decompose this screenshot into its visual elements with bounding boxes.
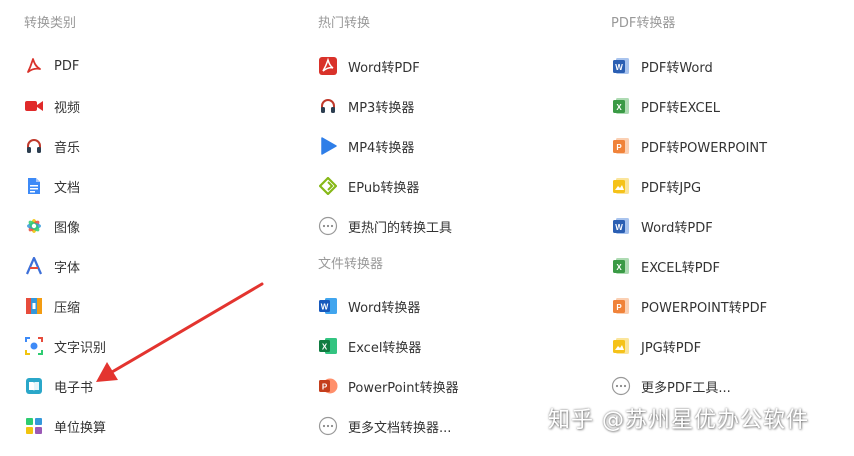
play-icon	[318, 136, 338, 156]
category-item-image[interactable]: 图像	[24, 214, 80, 238]
popular-label: MP3转换器	[348, 100, 415, 116]
category-item-font[interactable]: 字体	[24, 254, 80, 278]
archive-icon	[24, 296, 44, 316]
word-doc-icon: W	[611, 216, 631, 236]
category-item-music[interactable]: 音乐	[24, 134, 80, 158]
popular-label: MP4转换器	[348, 140, 415, 156]
category-item-pdf[interactable]: PDF	[24, 54, 79, 78]
ppt-doc-icon: P	[611, 296, 631, 316]
video-camera-icon	[24, 96, 44, 116]
svg-text:X: X	[616, 103, 622, 112]
word-icon: W	[318, 296, 338, 316]
pdf-item-pdf-to-jpg[interactable]: PDF转JPG	[611, 174, 701, 198]
more-dots-icon	[611, 376, 631, 396]
category-label: 音乐	[54, 140, 81, 156]
svg-text:X: X	[322, 343, 328, 352]
svg-text:P: P	[616, 303, 622, 312]
pdf-item-powerpoint-to-pdf[interactable]: P POWERPOINT转PDF	[611, 294, 767, 318]
pdf-label: PDF转Word	[641, 60, 713, 76]
ppt-doc-icon: P	[611, 136, 631, 156]
more-dots-icon	[318, 416, 338, 436]
excel-icon: X	[318, 336, 338, 356]
pdf-label: 更多PDF工具...	[641, 380, 731, 396]
headphones-icon	[318, 96, 338, 116]
headphones-icon	[24, 136, 44, 156]
file-label: Word转换器	[348, 300, 421, 316]
category-label: 字体	[54, 260, 81, 276]
section-title-popular: 热门转换	[318, 16, 371, 31]
svg-text:W: W	[321, 303, 329, 312]
pdf-item-excel-to-pdf[interactable]: X EXCEL转PDF	[611, 254, 720, 278]
popular-item-epub[interactable]: EPub转换器	[318, 174, 419, 198]
more-dots-icon	[318, 216, 338, 236]
excel-doc-icon: X	[611, 96, 631, 116]
popular-item-word-to-pdf[interactable]: Word转PDF	[318, 54, 420, 78]
pdf-item-word-to-pdf[interactable]: W Word转PDF	[611, 214, 713, 238]
popular-label: 更热门的转换工具	[348, 220, 453, 236]
word-doc-icon: W	[611, 56, 631, 76]
image-flower-icon	[24, 216, 44, 236]
category-item-ocr[interactable]: 文字识别	[24, 334, 106, 358]
popular-label: Word转PDF	[348, 60, 420, 76]
section-title-categories: 转换类别	[24, 16, 77, 31]
svg-text:P: P	[616, 143, 622, 152]
pdf-label: Word转PDF	[641, 220, 713, 236]
file-label: 更多文档转换器...	[348, 420, 452, 436]
pdf-item-pdf-to-powerpoint[interactable]: P PDF转POWERPOINT	[611, 134, 767, 158]
pdf-logo-icon	[24, 56, 44, 76]
excel-doc-icon: X	[611, 256, 631, 276]
file-label: PowerPoint转换器	[348, 380, 459, 396]
svg-text:X: X	[616, 263, 622, 272]
jpg-doc-icon	[611, 336, 631, 356]
category-item-document[interactable]: 文档	[24, 174, 80, 198]
popular-label: EPub转换器	[348, 180, 420, 196]
pdf-item-pdf-to-word[interactable]: W PDF转Word	[611, 54, 713, 78]
pdf-item-pdf-to-excel[interactable]: X PDF转EXCEL	[611, 94, 720, 118]
svg-text:P: P	[322, 383, 328, 392]
category-item-video[interactable]: 视频	[24, 94, 80, 118]
powerpoint-icon: P	[318, 376, 338, 396]
watermark: 知乎 @苏州星优办公软件	[548, 408, 809, 433]
unit-convert-icon	[24, 416, 44, 436]
document-icon	[24, 176, 44, 196]
pdf-item-jpg-to-pdf[interactable]: JPG转PDF	[611, 334, 701, 358]
ocr-scan-icon	[24, 336, 44, 356]
pdf-item-more-pdf-tools[interactable]: 更多PDF工具...	[611, 374, 731, 398]
pdf-label: EXCEL转PDF	[641, 260, 721, 276]
file-item-word[interactable]: W Word转换器	[318, 294, 420, 318]
svg-text:W: W	[615, 223, 623, 232]
jpg-doc-icon	[611, 176, 631, 196]
pdf-label: JPG转PDF	[641, 340, 702, 356]
category-label: 电子书	[54, 380, 94, 396]
category-item-archive[interactable]: 压缩	[24, 294, 80, 318]
font-icon	[24, 256, 44, 276]
ebook-icon	[24, 376, 44, 396]
popular-item-more-tools[interactable]: 更热门的转换工具	[318, 214, 452, 238]
file-item-more-doc-converters[interactable]: 更多文档转换器...	[318, 414, 451, 438]
category-item-unit-convert[interactable]: 单位换算	[24, 414, 106, 438]
category-label: 压缩	[54, 300, 81, 316]
pdf-logo-icon	[318, 56, 338, 76]
file-item-powerpoint[interactable]: P PowerPoint转换器	[318, 374, 459, 398]
category-label: 视频	[54, 100, 81, 116]
popular-item-mp4[interactable]: MP4转换器	[318, 134, 414, 158]
svg-text:W: W	[615, 63, 623, 72]
category-item-ebook[interactable]: 电子书	[24, 374, 93, 398]
popular-item-mp3[interactable]: MP3转换器	[318, 94, 414, 118]
category-label: 文档	[54, 180, 81, 196]
pdf-label: PDF转JPG	[641, 180, 702, 196]
pdf-label: POWERPOINT转PDF	[641, 300, 768, 316]
category-label: 文字识别	[54, 340, 107, 356]
pdf-label: PDF转POWERPOINT	[641, 140, 768, 156]
category-label: 单位换算	[54, 420, 107, 436]
pdf-label: PDF转EXCEL	[641, 100, 721, 116]
section-title-pdf-converters: PDF转换器	[611, 16, 676, 31]
category-label: 图像	[54, 220, 81, 236]
epub-icon	[318, 176, 338, 196]
file-label: Excel转换器	[348, 340, 422, 356]
file-item-excel[interactable]: X Excel转换器	[318, 334, 421, 358]
category-label: PDF	[54, 58, 80, 74]
section-title-file-converters: 文件转换器	[318, 257, 384, 272]
